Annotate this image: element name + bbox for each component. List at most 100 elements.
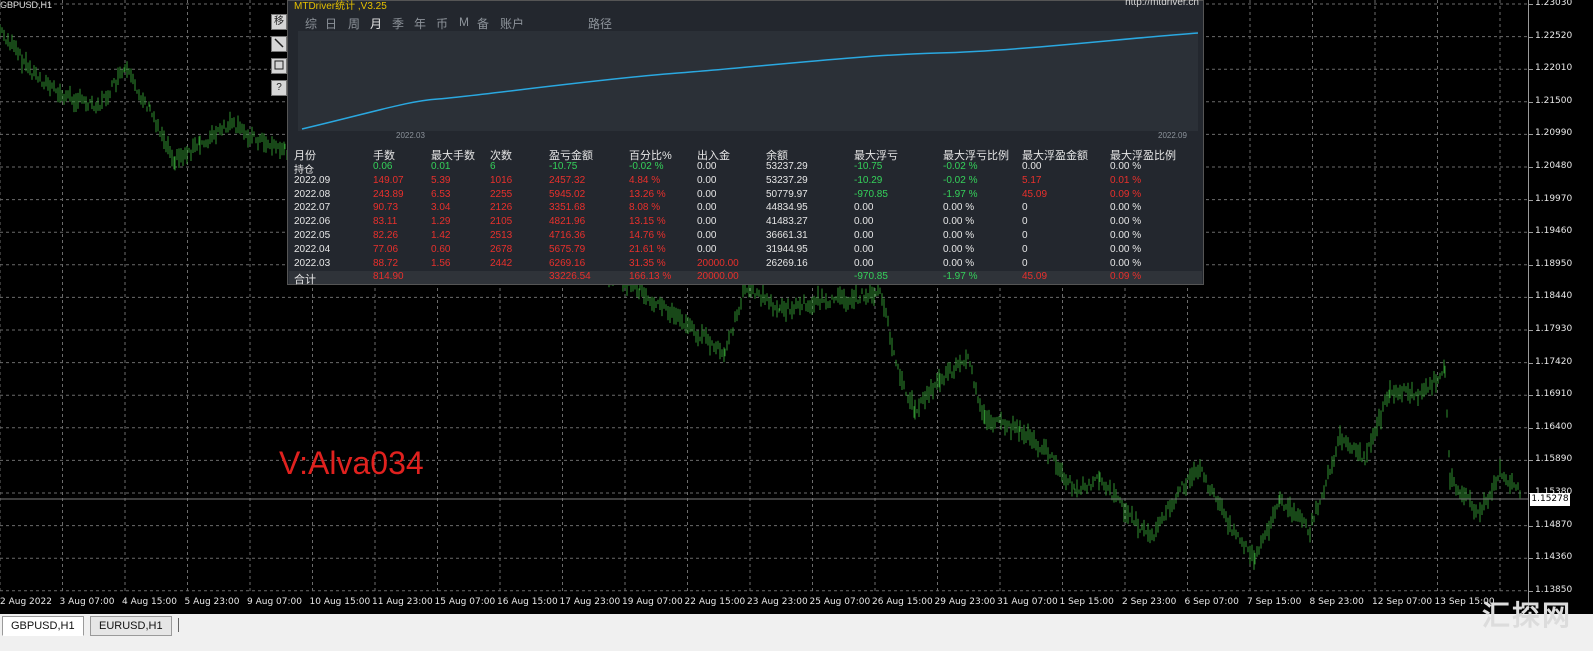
table-cell: 6269.16: [549, 257, 586, 269]
price-tick-label: 1.22010: [1535, 63, 1573, 74]
table-cell: 50779.97: [766, 188, 808, 200]
table-cell: 0.60: [431, 243, 451, 255]
price-tick-label: 1.19970: [1535, 193, 1573, 204]
table-cell: 82.26: [373, 230, 399, 241]
table-cell: 2126: [490, 202, 513, 214]
price-tick-mark: [1529, 362, 1533, 364]
stats-tab[interactable]: M: [459, 15, 469, 29]
stats-tab[interactable]: 年: [414, 15, 426, 32]
time-tick-label: 15 Aug 07:00: [434, 597, 496, 607]
table-cell: 0.00: [854, 230, 874, 241]
table-cell: 2255: [490, 188, 513, 200]
mtdriver-stats-panel: MTDriver统计 ,V3.25 http://mtdriver.cn 综日周…: [287, 0, 1204, 286]
checkbox-icon[interactable]: [271, 58, 287, 74]
table-cell: -0.02 %: [629, 161, 664, 172]
stats-tab[interactable]: 账户: [500, 15, 524, 32]
table-cell: 0.00 %: [943, 230, 975, 241]
price-tick-mark: [1529, 590, 1533, 592]
table-cell: -0.02 %: [943, 174, 978, 186]
table-cell: 90.73: [373, 202, 399, 214]
table-cell: 2022.04: [294, 243, 331, 255]
table-cell: 0.09 %: [1110, 188, 1142, 200]
time-tick-label: 5 Aug 23:00: [184, 597, 240, 607]
table-cell: 45.09: [1022, 188, 1048, 200]
price-tick-mark: [1529, 167, 1533, 168]
stats-tab[interactable]: 季: [392, 15, 404, 32]
move-icon[interactable]: 移: [271, 14, 287, 30]
table-cell: 2022.06: [294, 216, 331, 228]
time-tick-label: 12 Sep 07:00: [1372, 597, 1433, 607]
price-tick-label: 1.14360: [1535, 552, 1573, 563]
stats-tab[interactable]: 币: [436, 15, 448, 32]
stats-tab[interactable]: 周: [348, 15, 360, 32]
tab-gbpusd[interactable]: GBPUSD,H1: [2, 616, 84, 636]
watermark-logo: 汇探网: [1482, 600, 1573, 631]
table-cell: 0.01: [431, 161, 451, 172]
price-tick-label: 1.16910: [1535, 389, 1573, 400]
table-cell: 0.09 %: [1110, 271, 1142, 283]
stats-tab[interactable]: 路径: [588, 15, 612, 32]
time-tick-label: 3 Aug 07:00: [59, 597, 115, 607]
total-row-background: [289, 271, 1202, 284]
table-cell: 1.56: [431, 257, 451, 269]
price-tick-mark: [1529, 525, 1533, 527]
price-tick-label: 1.21500: [1535, 95, 1573, 106]
table-cell: 0.00: [854, 216, 874, 228]
table-cell: 1.29: [431, 216, 451, 228]
overlay-text: V:Alva034: [279, 445, 424, 481]
stats-tab[interactable]: 月: [370, 15, 382, 32]
table-cell: 14.76 %: [629, 230, 666, 241]
table-cell: -0.02 %: [943, 161, 978, 172]
table-cell: 0.00 %: [1110, 230, 1142, 241]
panel-url[interactable]: http://mtdriver.cn: [1125, 0, 1199, 8]
panel-title: MTDriver统计 ,V3.25: [294, 1, 387, 12]
stats-tab[interactable]: 日: [325, 15, 337, 32]
line-tool-glyph: [274, 38, 284, 48]
price-axis[interactable]: 1.23030 1.22520 1.22010 1.21500 1.20990 1.204…: [1528, 0, 1593, 610]
table-cell: 3351.68: [549, 202, 586, 214]
table-cell: 2022.09: [294, 174, 331, 186]
equity-line: [301, 32, 1199, 130]
table-cell: 0.00: [697, 243, 717, 255]
table-cell: 5945.02: [549, 188, 586, 200]
checkbox-glyph: [274, 60, 284, 70]
price-tick-label: 1.17930: [1535, 324, 1573, 334]
stats-tab[interactable]: 综: [305, 15, 317, 32]
time-tick-label: 22 Aug 15:00: [684, 597, 746, 607]
table-cell: 26269.16: [766, 257, 808, 269]
help-icon[interactable]: ?: [271, 80, 287, 96]
table-cell: 0.00: [854, 202, 874, 214]
table-cell: 2022.05: [294, 230, 331, 241]
table-cell: 0.00 %: [943, 257, 975, 269]
price-tick-mark: [1529, 460, 1533, 462]
time-tick-label: 2 Sep 23:00: [1122, 597, 1177, 607]
table-cell: 0.00 %: [1110, 243, 1142, 255]
price-tick-label: 1.16400: [1535, 421, 1573, 432]
table-cell: 6: [490, 161, 496, 172]
table-cell: 0.00: [697, 230, 717, 241]
tab-eurusd[interactable]: EURUSD,H1: [90, 616, 172, 636]
price-tick-label: 1.23030: [1535, 0, 1573, 8]
table-cell: 2022.03: [294, 257, 331, 269]
price-tick-mark: [1529, 232, 1533, 234]
tab-divider: [178, 618, 179, 632]
price-tick-mark: [1529, 199, 1533, 201]
stats-tab-bar: 综日周月季年币 M 备账户 路径: [288, 13, 1203, 31]
table-cell: 88.72: [373, 257, 399, 269]
table-cell: 0.00 %: [1110, 202, 1142, 214]
time-axis: 2 Aug 2022 3 Aug 07:00 4 Aug 15:00 5 Aug 23…: [0, 593, 1528, 610]
time-tick-label: 19 Aug 07:00: [622, 597, 683, 607]
table-cell: 0.00 %: [943, 243, 975, 255]
table-cell: 53237.29: [766, 161, 808, 172]
table-cell: 持仓: [294, 165, 314, 176]
table-cell: 2105: [490, 216, 513, 228]
table-cell: 0.00: [697, 174, 717, 186]
table-cell: 20000.00: [697, 257, 739, 269]
table-cell: 0.00 %: [943, 216, 975, 228]
table-cell: 20000.00: [697, 271, 739, 283]
equity-curve-svg: [301, 32, 1199, 130]
table-cell: 149.07: [373, 174, 404, 186]
line-tool-icon[interactable]: [271, 36, 287, 52]
table-cell: 2442: [490, 257, 513, 269]
stats-tab[interactable]: 备: [477, 15, 489, 32]
